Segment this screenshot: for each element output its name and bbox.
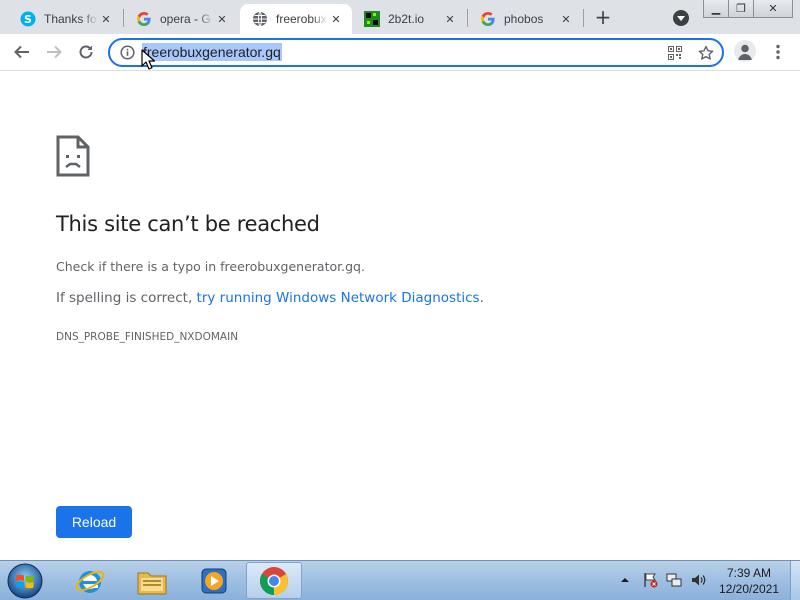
close-icon[interactable]: ✕ xyxy=(558,11,574,27)
close-icon[interactable]: ✕ xyxy=(98,11,114,27)
close-icon[interactable]: ✕ xyxy=(328,11,344,27)
taskbar-file-explorer[interactable] xyxy=(124,562,180,599)
menu-button[interactable] xyxy=(768,42,788,62)
action-center-flag-icon[interactable] xyxy=(642,572,658,588)
tab-4[interactable]: phobos ✕ xyxy=(468,4,582,34)
error-code: DNS_PROBE_FINISHED_NXDOMAIN xyxy=(56,331,239,343)
2b2t-icon xyxy=(364,11,380,27)
tab-title: phobos xyxy=(504,12,544,26)
forward-button[interactable] xyxy=(42,40,66,64)
skype-icon: S xyxy=(20,11,36,27)
internet-explorer-icon xyxy=(75,570,105,593)
taskbar-internet-explorer[interactable] xyxy=(62,562,118,599)
typo-hint: Check if there is a typo in freerobuxgen… xyxy=(56,259,365,274)
tab-title: Thanks fo xyxy=(44,12,97,26)
close-icon[interactable]: ✕ xyxy=(442,11,458,27)
network-diagnostics-link[interactable]: try running Windows Network Diagnostics xyxy=(197,290,480,306)
new-tab-button[interactable]: + xyxy=(592,6,614,28)
tab-0[interactable]: S Thanks fo ✕ xyxy=(8,4,122,34)
taskbar-chrome[interactable] xyxy=(246,562,302,599)
clock-time: 7:39 AM xyxy=(726,566,772,580)
google-icon xyxy=(480,11,496,27)
back-button[interactable] xyxy=(10,40,34,64)
close-icon[interactable]: ✕ xyxy=(214,11,230,27)
chrome-icon xyxy=(260,566,288,595)
tab-title: 2b2t.io xyxy=(388,12,425,26)
profile-avatar[interactable] xyxy=(734,40,756,62)
taskbar-media-player[interactable] xyxy=(186,562,242,599)
tab-3[interactable]: 2b2t.io ✕ xyxy=(352,4,466,34)
reload-icon xyxy=(79,45,93,59)
file-explorer-icon xyxy=(137,572,167,594)
reload-toolbar-button[interactable] xyxy=(74,40,98,64)
person-icon xyxy=(738,44,752,60)
start-button[interactable] xyxy=(5,562,45,600)
tab-title: opera - G xyxy=(160,12,211,26)
bookmark-star-icon[interactable] xyxy=(697,44,715,62)
tab-separator xyxy=(583,9,584,27)
window-close-button[interactable]: ✕ xyxy=(753,0,793,18)
diagnostics-hint: If spelling is correct, try running Wind… xyxy=(56,290,484,306)
back-arrow-icon xyxy=(14,45,29,59)
globe-icon xyxy=(252,11,268,27)
tray-expand-icon[interactable] xyxy=(620,575,630,585)
vertical-dots-icon xyxy=(776,44,780,60)
info-icon[interactable] xyxy=(120,45,135,60)
media-player-icon xyxy=(201,568,227,593)
show-desktop-button[interactable] xyxy=(790,561,800,600)
sad-page-icon xyxy=(56,135,90,177)
clock-date: 12/20/2021 xyxy=(718,582,780,596)
system-clock[interactable]: 7:39 AM 12/20/2021 xyxy=(714,565,784,597)
tab-1[interactable]: opera - G ✕ xyxy=(124,4,238,34)
forward-arrow-icon xyxy=(47,45,62,59)
google-icon xyxy=(136,11,152,27)
address-bar[interactable]: freerobuxgenerator.gq xyxy=(108,38,724,67)
mouse-cursor-icon xyxy=(141,49,155,70)
tab-search-icon[interactable] xyxy=(673,10,689,26)
address-url[interactable]: freerobuxgenerator.gq xyxy=(142,43,282,61)
minimize-button[interactable]: ▁ xyxy=(703,0,729,18)
tab-2-active[interactable]: freerobux ✕ xyxy=(240,4,352,34)
volume-icon[interactable] xyxy=(690,572,706,588)
svg-text:S: S xyxy=(24,13,32,26)
reload-button[interactable]: Reload xyxy=(56,506,132,538)
tab-title: freerobux xyxy=(276,12,327,26)
restore-button[interactable]: ❐ xyxy=(728,0,754,18)
qr-code-icon[interactable] xyxy=(666,44,684,62)
network-icon[interactable] xyxy=(666,572,682,588)
diagnostics-prefix: If spelling is correct, xyxy=(56,290,197,306)
tab-strip: S Thanks fo ✕ opera - G ✕ freerobux ✕ 2b… xyxy=(0,0,800,34)
diagnostics-suffix: . xyxy=(479,290,484,306)
windows-logo-icon xyxy=(7,563,43,599)
toolbar: freerobuxgenerator.gq xyxy=(0,34,800,71)
error-title: This site can’t be reached xyxy=(56,212,320,236)
